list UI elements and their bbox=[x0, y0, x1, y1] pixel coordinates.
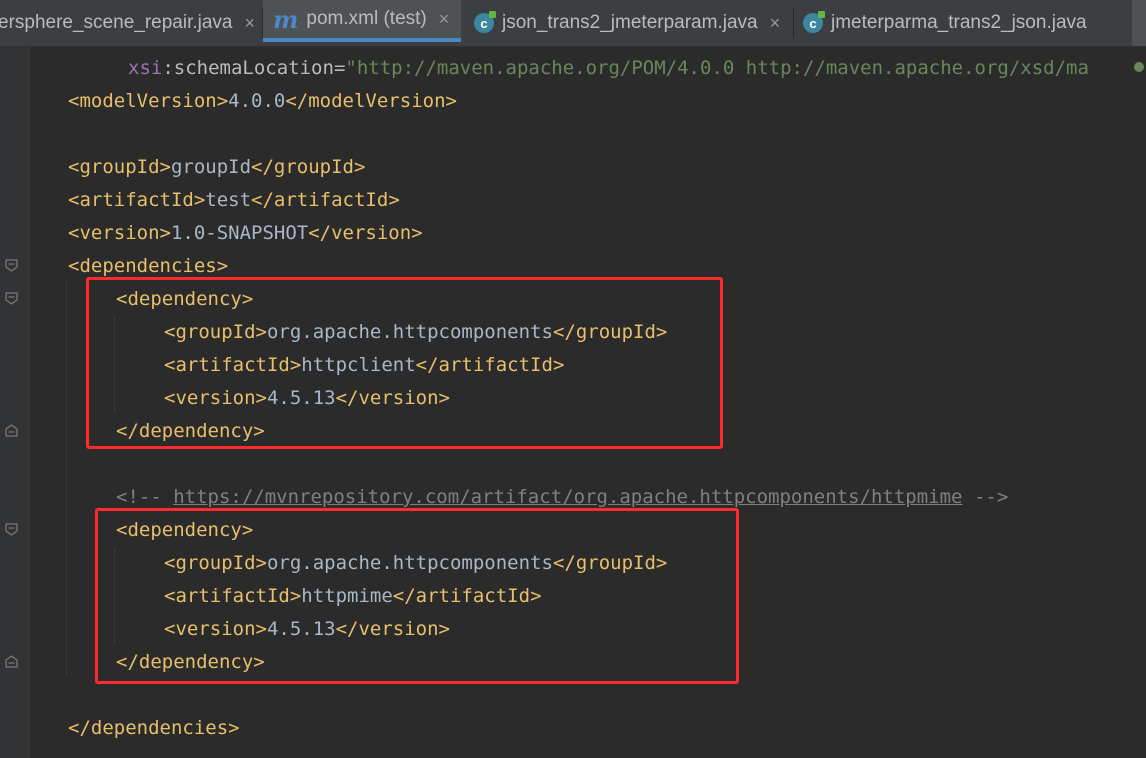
tab-label: jmeterparma_trans2_json.java bbox=[831, 12, 1087, 33]
fold-hint-icon bbox=[1134, 62, 1144, 72]
code-line-schema-location[interactable]: xsi:schemaLocation="http://maven.apache.… bbox=[128, 52, 1089, 85]
editor-gutter bbox=[0, 47, 30, 758]
code-line-model-version[interactable]: <modelVersion>4.0.0</modelVersion> bbox=[68, 85, 457, 118]
code-line-group-id[interactable]: <groupId>groupId</groupId> bbox=[68, 151, 365, 184]
maven-icon: m bbox=[273, 4, 299, 34]
fold-open-icon[interactable] bbox=[5, 523, 18, 536]
code-line-dependencies-close[interactable]: </dependencies> bbox=[68, 712, 240, 745]
tab-label: json_trans2_jmeterparam.java bbox=[502, 12, 758, 33]
tab-json-trans2-jmeterparam[interactable]: c json_trans2_jmeterparam.java × bbox=[474, 0, 794, 46]
tab-pom-xml[interactable]: m pom.xml (test) × bbox=[263, 0, 461, 42]
indent-guide bbox=[18, 47, 19, 758]
tab-ersphere-scene-repair[interactable]: ersphere_scene_repair.java × bbox=[0, 0, 256, 46]
indent-guide bbox=[66, 282, 67, 675]
fold-close-icon[interactable] bbox=[5, 424, 18, 437]
editor-tab-bar: ersphere_scene_repair.java × m pom.xml (… bbox=[0, 0, 1146, 47]
close-icon[interactable]: × bbox=[245, 13, 256, 34]
tab-label: pom.xml (test) bbox=[306, 8, 427, 29]
tab-jmeterparma-trans2-json[interactable]: c jmeterparma_trans2_json.java bbox=[803, 0, 1133, 46]
close-icon[interactable]: × bbox=[439, 9, 450, 30]
mvnrepository-link[interactable]: https://mvnrepository.com/artifact/org.a… bbox=[173, 486, 962, 508]
fold-open-icon[interactable] bbox=[5, 259, 18, 272]
java-class-icon: c bbox=[803, 11, 825, 33]
fold-open-icon[interactable] bbox=[5, 292, 18, 305]
code-line-artifact-id[interactable]: <artifactId>test</artifactId> bbox=[68, 184, 400, 217]
tab-label: ersphere_scene_repair.java bbox=[0, 12, 233, 33]
close-icon[interactable]: × bbox=[770, 13, 781, 34]
highlight-box-httpmime bbox=[95, 508, 739, 684]
fold-close-icon[interactable] bbox=[5, 655, 18, 668]
code-line-version[interactable]: <version>1.0-SNAPSHOT</version> bbox=[68, 217, 423, 250]
java-class-icon: c bbox=[474, 11, 496, 33]
tab-divider bbox=[793, 8, 794, 38]
highlight-box-httpclient bbox=[86, 277, 723, 449]
tab-overflow[interactable] bbox=[1132, 0, 1146, 46]
